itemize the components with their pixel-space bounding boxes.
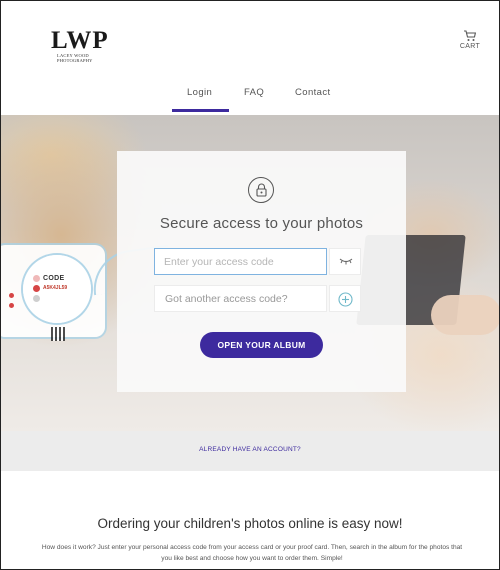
code-value: A5K4JL59 <box>43 285 68 291</box>
dot-icon <box>33 275 40 282</box>
nav-active-indicator <box>172 109 229 112</box>
plus-circle-icon <box>338 292 353 307</box>
logo-subtitle-line2: PHOTOGRAPHY <box>57 58 93 63</box>
add-code-button[interactable] <box>329 285 361 312</box>
lock-icon <box>248 177 274 203</box>
cart-button[interactable]: CART <box>457 29 483 50</box>
code-title: CODE <box>43 275 65 282</box>
nav-contact[interactable]: Contact <box>295 87 331 98</box>
nav-login[interactable]: Login <box>187 87 212 98</box>
cart-icon <box>464 30 477 41</box>
main-nav: Login FAQ Contact <box>1 87 499 113</box>
login-title: Secure access to your photos <box>159 215 364 232</box>
dot-icon <box>33 295 40 302</box>
hero-arm-shape <box>431 295 499 335</box>
eye-closed-icon <box>339 258 353 265</box>
logo-text: LWP <box>51 27 109 54</box>
nav-faq[interactable]: FAQ <box>244 87 264 98</box>
logo[interactable]: LWP LACEY WOOD PHOTOGRAPHY <box>51 27 111 63</box>
open-album-button[interactable]: OPEN YOUR ALBUM <box>200 332 323 358</box>
already-have-account-link[interactable]: ALREADY HAVE AN ACCOUNT? <box>1 446 499 453</box>
promo-title: Ordering your children's photos online i… <box>97 516 403 531</box>
another-code-label: Got another access code? <box>165 293 288 305</box>
login-panel: Secure access to your photos Got another… <box>117 151 406 392</box>
toggle-visibility-button[interactable] <box>329 248 361 275</box>
dot-icon <box>9 303 14 308</box>
cart-label: CART <box>459 43 481 50</box>
dot-icon <box>33 285 40 292</box>
promo-text: How does it work? Just enter your person… <box>41 544 463 562</box>
page-frame: LWP LACEY WOOD PHOTOGRAPHY CART Login FA… <box>0 0 500 570</box>
account-band: ALREADY HAVE AN ACCOUNT? <box>1 431 499 471</box>
another-code-field[interactable]: Got another access code? <box>154 285 327 312</box>
access-code-input[interactable] <box>155 249 326 274</box>
site-header: LWP LACEY WOOD PHOTOGRAPHY CART Login FA… <box>1 1 499 125</box>
dot-icon <box>9 293 14 298</box>
access-code-field[interactable] <box>154 248 327 275</box>
qr-code-icon <box>51 327 65 341</box>
